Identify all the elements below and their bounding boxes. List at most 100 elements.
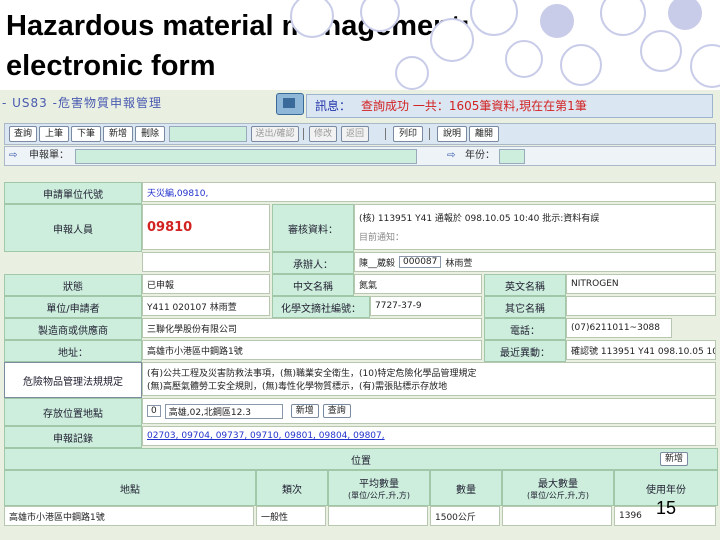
col-max-qty-line2: (單位/公斤,升,方): [526, 491, 590, 500]
label-update-time: 最近異動：: [484, 340, 566, 362]
approver-name: 陳__葳毅: [359, 258, 396, 269]
toolbar-divider: [385, 128, 386, 140]
toolbar-divider: [303, 128, 304, 140]
toolbar: 查詢 上筆 下筆 新增 刪除 送出/確認 修改 返回 列印 說明 離開: [4, 123, 716, 145]
decor-circle: [505, 40, 543, 78]
delete-button[interactable]: 刪除: [135, 126, 165, 142]
exit-button[interactable]: 離開: [469, 126, 499, 142]
decor-circle: [540, 4, 574, 38]
value-update-time: 確認號 113951 Y41 098.10.05 10:40: [566, 340, 716, 360]
return-button[interactable]: 返回: [341, 126, 369, 142]
label-record: 申報記錄: [4, 426, 142, 448]
label-phone: 電話：: [484, 318, 566, 340]
label-storage: 存放位置地點: [4, 398, 142, 426]
label-maker: 製造商或供應商: [4, 318, 142, 340]
row1-avg: [328, 506, 428, 526]
storage-add-button[interactable]: 新增: [290, 404, 319, 418]
label-apply-unit: 申請單位代號: [4, 182, 142, 204]
section-add-button[interactable]: 新增: [660, 452, 689, 466]
status-bar: 訊息： 查詢成功 一共：1605筆資料,現在在第1筆: [306, 94, 713, 118]
row1-location: 高雄市小港區中鋼路1號: [4, 506, 254, 526]
label-unit: 單位/申請者: [4, 296, 142, 318]
toolbar-input[interactable]: [169, 126, 247, 142]
value-approver: 陳__葳毅 000087 林雨萱: [354, 252, 716, 272]
value-en-name: NITROGEN: [566, 274, 716, 294]
row1-qty: 1500公斤: [430, 506, 500, 526]
col-max-qty-line1: 最大數量: [538, 479, 578, 490]
decor-circle: [640, 30, 682, 72]
label-other-name: 其它名稱: [484, 296, 566, 318]
query-bar: ⇨ 申報單： ⇨ 年份：: [4, 146, 716, 166]
decor-circle: [668, 0, 702, 30]
decor-circle: [600, 0, 646, 36]
value-blank-left: [142, 252, 270, 272]
col-avg-qty: 平均數量 (單位/公斤,升,方): [328, 470, 430, 506]
regulation-line1: (有)公共工程及災害防救法事項，(無)職業安全衛生，(10)特定危險化學品管理規…: [147, 369, 477, 379]
toolbar-divider: [429, 128, 430, 140]
value-maker: 三聯化學股份有限公司: [142, 318, 482, 338]
print-button[interactable]: 列印: [393, 126, 423, 142]
label-apply-person: 申報人員: [4, 204, 142, 252]
label-cas: 化學文摘社編號：: [272, 296, 370, 318]
value-review-info: (核) 113951 Y41 通報於 098.10.05 10:40 批示:資料…: [354, 204, 716, 250]
label-cn-name: 中文名稱: [272, 274, 354, 296]
apply-number-field[interactable]: [75, 149, 417, 164]
section-title: 位置: [4, 448, 718, 470]
label-status: 狀態: [4, 274, 142, 296]
prev-button[interactable]: 上筆: [39, 126, 69, 142]
col-avg-qty-line1: 平均數量: [359, 479, 399, 490]
query-label-right: 年份：: [465, 150, 495, 161]
storage-query-button[interactable]: 查詢: [322, 404, 351, 418]
next-button[interactable]: 下筆: [71, 126, 101, 142]
hazard-form: 申請單位代號 天災編,09810, 申報人員 09810 審核資料： (核) 1…: [4, 182, 718, 540]
status-label: 訊息：: [315, 99, 352, 113]
value-apply-unit: 天災編,09810,: [142, 182, 716, 202]
approver-suffix: 林雨萱: [445, 258, 473, 269]
query-button[interactable]: 查詢: [9, 126, 37, 142]
query-label-left: 申報單：: [29, 150, 69, 161]
value-other-name: [566, 296, 716, 316]
review-info-line1: (核) 113951 Y41 通報於 098.10.05 10:40 批示:資料…: [359, 214, 600, 224]
col-category: 類次: [256, 470, 328, 506]
col-avg-qty-line2: (單位/公斤,升,方): [347, 491, 411, 500]
decor-circle: [430, 18, 474, 62]
value-unit: Y411 020107 林雨萱: [142, 296, 270, 316]
value-apply-person: 09810: [142, 204, 270, 250]
col-max-qty: 最大數量 (單位/公斤,升,方): [502, 470, 614, 506]
arrow-icon: ⇨: [447, 150, 456, 161]
value-cn-name: 氮氣: [354, 274, 482, 294]
decor-circle: [690, 44, 720, 88]
app-screenshot: - US83 -危害物質申報管理 訊息： 查詢成功 一共：1605筆資料,現在在第…: [0, 90, 720, 540]
slide-number: 15: [656, 498, 677, 518]
review-info-line2: 目前通知：: [359, 233, 405, 243]
label-en-name: 英文名稱: [484, 274, 566, 296]
arrow-icon: ⇨: [9, 150, 18, 161]
value-regulation: (有)公共工程及災害防救法事項，(無)職業安全衛生，(10)特定危險化學品管理規…: [142, 362, 716, 396]
col-location: 地點: [4, 470, 256, 506]
storage-code-field[interactable]: 0: [147, 405, 161, 417]
decor-circle: [560, 44, 602, 86]
approver-code-field[interactable]: 000087: [399, 256, 442, 268]
help-button[interactable]: 說明: [437, 126, 467, 142]
row1-max: [502, 506, 612, 526]
value-cas: 7727-37-9: [370, 296, 482, 316]
system-title: - US83 -危害物質申報管理: [2, 96, 162, 110]
label-review-info: 審核資料：: [272, 204, 354, 252]
value-address: 高雄市小港區中鋼路1號: [142, 340, 482, 360]
computer-icon: [276, 93, 304, 115]
value-record-links[interactable]: 02703, 09704, 09737, 09710, 09801, 09804…: [142, 426, 716, 446]
label-approver: 承辦人：: [272, 252, 354, 274]
storage-value-field[interactable]: 高雄,02,北鋼區12.3: [164, 403, 283, 419]
col-qty: 數量: [430, 470, 502, 506]
regulation-button[interactable]: 危險物品管理法規規定: [4, 362, 142, 398]
regulation-line2: (無)高壓氣體勞工安全規則，(無)毒性化學物質標示，(有)需張貼標示存放地: [147, 382, 448, 392]
label-address: 地址：: [4, 340, 142, 362]
value-phone: (07)6211011~3088: [566, 318, 672, 338]
submit-button[interactable]: 送出/確認: [251, 126, 299, 142]
value-storage: 0 高雄,02,北鋼區12.3 新增 查詢: [142, 398, 716, 424]
modify-button[interactable]: 修改: [309, 126, 337, 142]
decor-circle: [395, 56, 429, 90]
year-field[interactable]: [499, 149, 525, 164]
row1-category: 一般性: [256, 506, 326, 526]
add-button[interactable]: 新增: [103, 126, 133, 142]
